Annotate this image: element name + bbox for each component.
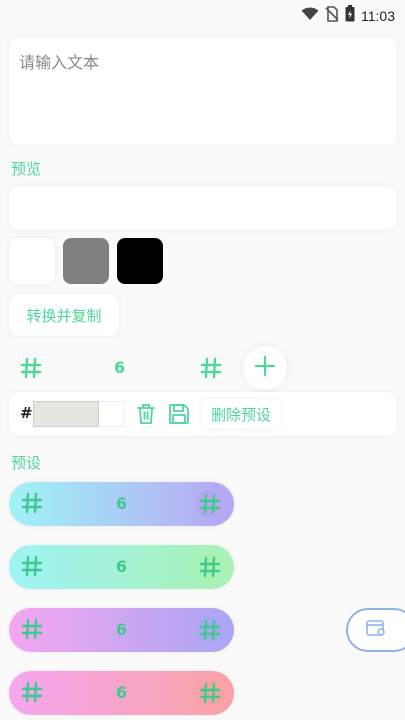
hex-color-input[interactable] [33, 401, 99, 427]
preview-box [9, 186, 397, 230]
delete-preset-button[interactable]: 删除预设 [201, 399, 281, 429]
convert-copy-label: 转换并复制 [26, 306, 102, 325]
color-input-row: # 删除预设 [9, 392, 397, 436]
preview-label: 预览 [11, 160, 42, 178]
no-sim-icon [325, 5, 339, 26]
floating-button[interactable] [346, 608, 405, 652]
hash-icon [196, 616, 224, 644]
battery-icon [345, 5, 355, 26]
swatch-black[interactable] [117, 238, 163, 284]
count-value: 6 [114, 358, 126, 377]
wifi-icon [301, 6, 319, 25]
hash-prefix: # [20, 404, 33, 422]
text-input-placeholder: 请输入文本 [19, 53, 100, 72]
save-icon[interactable] [167, 402, 191, 426]
hash-icon [196, 553, 224, 581]
hash-icon[interactable] [20, 357, 42, 383]
wallet-icon [366, 619, 386, 641]
hash-icon[interactable] [200, 357, 222, 383]
add-button[interactable] [243, 346, 287, 390]
delete-preset-label: 删除预设 [210, 405, 271, 424]
trash-icon[interactable] [134, 402, 158, 426]
swatch-white[interactable] [9, 238, 55, 284]
hex-input-tail [101, 401, 125, 427]
plus-icon [254, 355, 276, 381]
hash-icon [196, 679, 224, 707]
status-time: 11:03 [361, 7, 395, 24]
preset-item[interactable]: 6 [9, 671, 234, 715]
text-input[interactable]: 请输入文本 [9, 37, 397, 145]
presets-label: 预设 [11, 454, 42, 472]
status-bar: 11:03 [0, 0, 405, 30]
preset-item[interactable]: 6 [9, 545, 234, 589]
preset-item[interactable]: 6 [9, 482, 234, 526]
swatch-gray[interactable] [63, 238, 109, 284]
convert-copy-button[interactable]: 转换并复制 [9, 294, 119, 336]
hash-icon [196, 490, 224, 518]
preset-item[interactable]: 6 [9, 608, 234, 652]
